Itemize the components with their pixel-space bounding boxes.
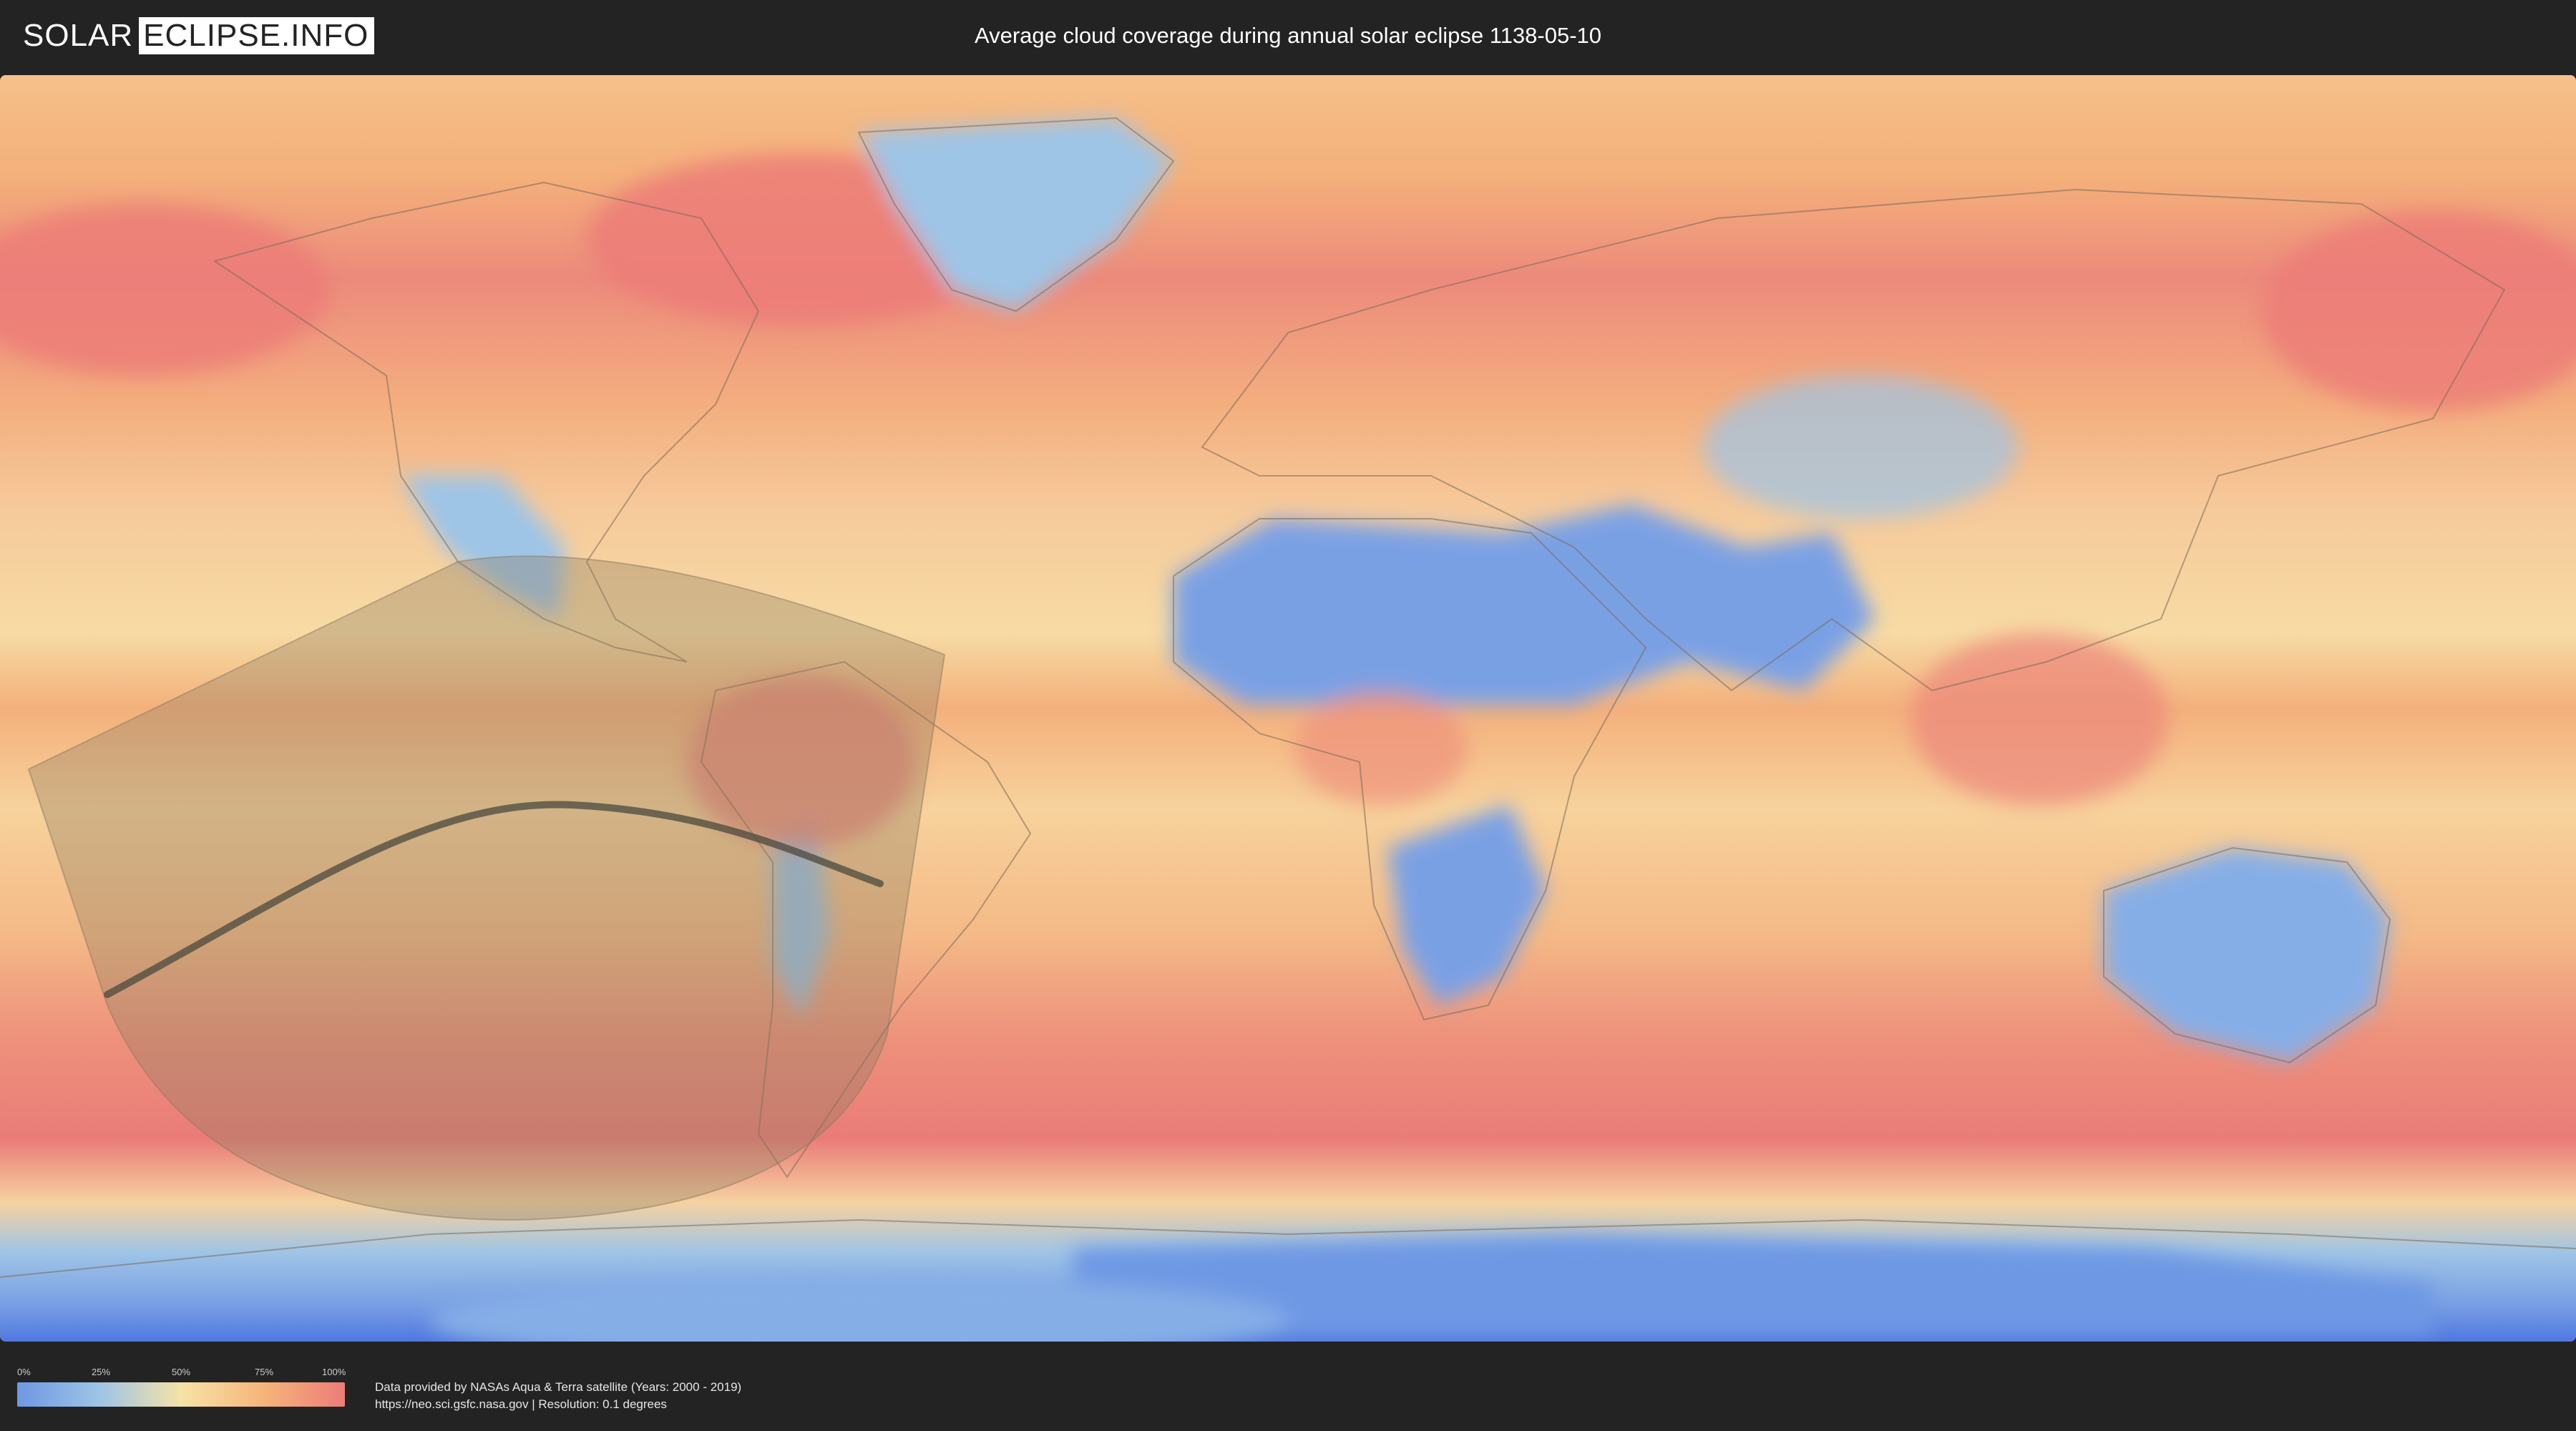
legend-tick-75: 75% bbox=[255, 1367, 274, 1377]
data-credits: Data provided by NASAs Aqua & Terra sate… bbox=[375, 1379, 741, 1413]
map-canvas bbox=[0, 75, 2576, 1342]
legend-tick-50: 50% bbox=[172, 1367, 191, 1377]
legend-ticks: 0% 25% 50% 75% 100% bbox=[17, 1367, 346, 1382]
cloud-coverage-map[interactable] bbox=[0, 75, 2576, 1342]
footer-bar: 0% 25% 50% 75% 100% Data provided by NAS… bbox=[0, 1352, 2576, 1431]
cloud-coverage-legend: 0% 25% 50% 75% 100% bbox=[17, 1367, 346, 1407]
credit-line-source: Data provided by NASAs Aqua & Terra sate… bbox=[375, 1380, 742, 1394]
credit-line-url[interactable]: https://neo.sci.gsfc.nasa.gov | Resoluti… bbox=[375, 1396, 741, 1413]
legend-tick-0: 0% bbox=[17, 1367, 31, 1377]
legend-tick-25: 25% bbox=[92, 1367, 111, 1377]
legend-color-scale bbox=[17, 1382, 345, 1407]
legend-tick-100: 100% bbox=[322, 1367, 346, 1377]
page-title: Average cloud coverage during annual sol… bbox=[974, 23, 1602, 48]
header-bar: SOLAR ECLIPSE.INFO Average cloud coverag… bbox=[0, 0, 2576, 72]
